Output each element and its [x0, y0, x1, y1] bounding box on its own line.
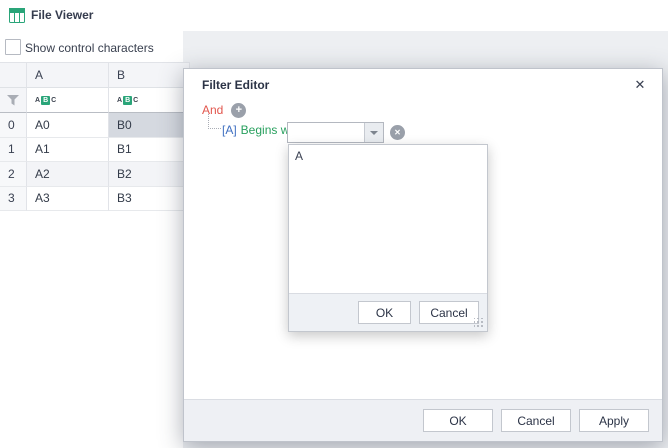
plus-circle-icon: +: [236, 105, 242, 116]
file-viewer-window: File Viewer Show control characters A B …: [0, 0, 668, 448]
chevron-down-icon: [370, 131, 378, 135]
list-item[interactable]: A: [289, 145, 487, 167]
funnel-icon: [7, 95, 19, 106]
apply-button[interactable]: Apply: [579, 409, 649, 432]
filter-row-button[interactable]: [0, 88, 27, 113]
table-cell[interactable]: B1: [109, 138, 190, 163]
abc-type-icon: ABC: [117, 96, 138, 105]
title-bar: File Viewer: [0, 0, 668, 31]
abc-type-icon: ABC: [35, 96, 56, 105]
options-row: Show control characters: [0, 31, 183, 62]
table-cell-selected[interactable]: B0: [109, 113, 190, 138]
auto-filter-row: ABC ABC: [0, 88, 190, 113]
condition-field[interactable]: [A]: [222, 123, 237, 137]
dialog-footer: OK Cancel Apply: [184, 399, 662, 441]
table-cell[interactable]: A1: [27, 138, 109, 163]
filter-cell-b[interactable]: ABC: [109, 88, 190, 113]
header-corner[interactable]: [0, 62, 27, 88]
remove-condition-button[interactable]: ✕: [390, 125, 405, 140]
table-icon: [9, 8, 25, 23]
filter-cell-a[interactable]: ABC: [27, 88, 109, 113]
table-row: 1 A1 B1: [0, 138, 190, 163]
value-list: A: [289, 145, 487, 294]
checkbox-label: Show control characters: [25, 41, 154, 55]
row-header[interactable]: 3: [0, 187, 27, 212]
column-header-b[interactable]: B: [109, 62, 190, 88]
row-header[interactable]: 2: [0, 162, 27, 187]
show-control-characters-checkbox[interactable]: [5, 39, 21, 55]
table-row: 3 A3 B3: [0, 187, 190, 212]
add-condition-button[interactable]: +: [231, 103, 246, 118]
condition-value-combobox: [287, 122, 384, 143]
ok-button[interactable]: OK: [423, 409, 493, 432]
data-grid: A B ABC ABC 0 A0 B0 1 A1 B1: [0, 62, 190, 211]
popup-ok-button[interactable]: OK: [358, 301, 411, 324]
row-header[interactable]: 0: [0, 113, 27, 138]
tree-branch-line: [208, 114, 221, 129]
popup-footer: OK Cancel: [289, 293, 487, 331]
condition-value-input[interactable]: [288, 123, 364, 142]
table-cell[interactable]: A0: [27, 113, 109, 138]
value-dropdown-popup: A OK Cancel: [288, 144, 488, 332]
filter-editor-dialog: Filter Editor ✕ And + [A] Begins with ✕ …: [183, 68, 663, 442]
table-cell[interactable]: B3: [109, 187, 190, 212]
popup-cancel-button[interactable]: Cancel: [419, 301, 479, 324]
combo-dropdown-button[interactable]: [364, 123, 383, 142]
table-row: 0 A0 B0: [0, 113, 190, 138]
table-cell[interactable]: A3: [27, 187, 109, 212]
column-header-a[interactable]: A: [27, 62, 109, 88]
x-circle-icon: ✕: [394, 129, 401, 137]
cancel-button[interactable]: Cancel: [501, 409, 571, 432]
table-cell[interactable]: B2: [109, 162, 190, 187]
dialog-title: Filter Editor: [202, 78, 269, 92]
window-title: File Viewer: [31, 8, 93, 22]
close-button[interactable]: ✕: [630, 75, 650, 95]
row-header[interactable]: 1: [0, 138, 27, 163]
resize-grip[interactable]: [474, 318, 484, 328]
table-cell[interactable]: A2: [27, 162, 109, 187]
header-row: A B: [0, 62, 190, 88]
table-row: 2 A2 B2: [0, 162, 190, 187]
x-icon: ✕: [635, 77, 646, 93]
